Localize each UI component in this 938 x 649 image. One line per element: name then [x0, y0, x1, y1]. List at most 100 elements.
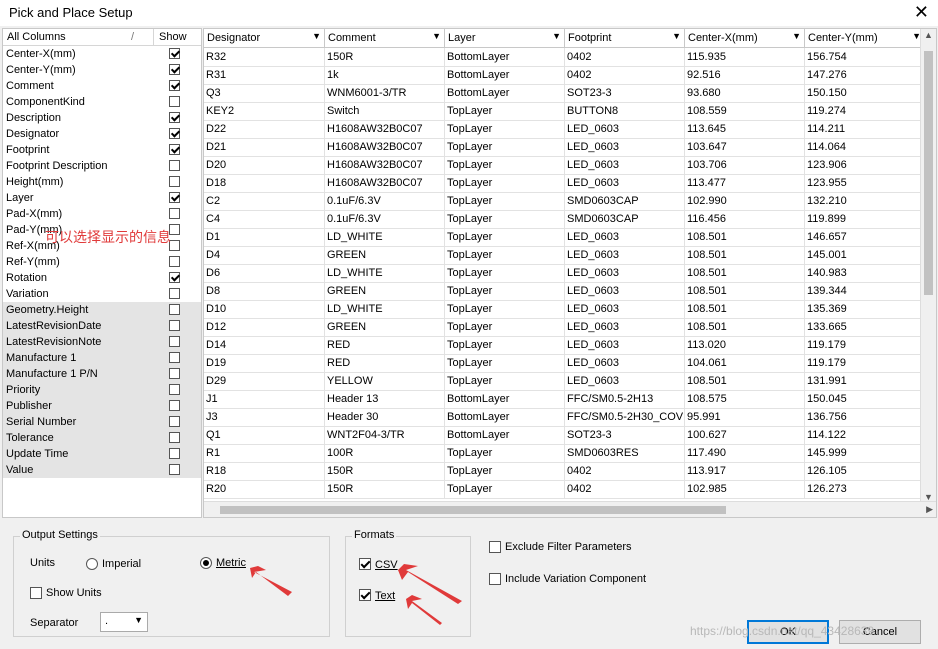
table-row[interactable]: D19 RED TopLayer LED_0603 104.061 119.179	[204, 354, 925, 373]
show-checkbox[interactable]	[169, 256, 180, 267]
csv-checkbox[interactable]	[359, 558, 371, 570]
scroll-right-icon[interactable]: ▶	[926, 504, 933, 515]
show-units-label[interactable]: Show Units	[46, 587, 102, 599]
show-checkbox[interactable]	[169, 416, 180, 427]
table-row[interactable]: J1 Header 13 BottomLayer FFC/SM0.5-2H13 108.…	[204, 390, 925, 409]
column-list-item[interactable]: Serial Number	[3, 414, 201, 430]
column-list-item[interactable]: Manufacture 1 P/N	[3, 366, 201, 382]
show-checkbox[interactable]	[169, 80, 180, 91]
column-list-item[interactable]: Center-Y(mm)	[3, 62, 201, 78]
show-checkbox[interactable]	[169, 432, 180, 443]
header-all-columns[interactable]: All Columns	[7, 31, 66, 43]
column-list-item[interactable]: Priority	[3, 382, 201, 398]
metric-radio[interactable]	[200, 557, 212, 569]
table-row[interactable]: D4 GREEN TopLayer LED_0603 108.501 145.001	[204, 246, 925, 265]
column-list-item[interactable]: Geometry.Height	[3, 302, 201, 318]
include-variation-label[interactable]: Include Variation Component	[505, 573, 646, 585]
column-list-item[interactable]: Center-X(mm)	[3, 46, 201, 62]
column-filter-dropdown-icon[interactable]: ▼	[432, 31, 441, 41]
column-list-item[interactable]: Manufacture 1	[3, 350, 201, 366]
table-row[interactable]: D8 GREEN TopLayer LED_0603 108.501 139.344	[204, 282, 925, 301]
column-list-item[interactable]: Tolerance	[3, 430, 201, 446]
table-row[interactable]: C4 0.1uF/6.3V TopLayer SMD0603CAP 116.456 119…	[204, 210, 925, 229]
close-icon[interactable]: ✕	[914, 2, 929, 22]
show-checkbox[interactable]	[169, 320, 180, 331]
show-checkbox[interactable]	[169, 304, 180, 315]
header-show[interactable]: Show	[159, 31, 187, 43]
show-checkbox[interactable]	[169, 144, 180, 155]
grid-column-header[interactable]: Center-Y(mm) ▼	[805, 29, 925, 47]
metric-label[interactable]: Metric	[216, 557, 246, 569]
column-filter-dropdown-icon[interactable]: ▼	[312, 31, 321, 41]
exclude-filter-checkbox[interactable]	[489, 541, 501, 553]
show-checkbox[interactable]	[169, 352, 180, 363]
grid-column-header[interactable]: Center-X(mm) ▼	[685, 29, 805, 47]
column-filter-dropdown-icon[interactable]: ▼	[672, 31, 681, 41]
show-checkbox[interactable]	[169, 400, 180, 411]
table-row[interactable]: D20 H1608AW32B0C07 TopLayer LED_0603 103.706…	[204, 156, 925, 175]
horizontal-scroll-thumb[interactable]	[220, 506, 726, 514]
show-checkbox[interactable]	[169, 384, 180, 395]
column-list-item[interactable]: Footprint Description	[3, 158, 201, 174]
column-list-item[interactable]: Value	[3, 462, 201, 478]
show-checkbox[interactable]	[169, 160, 180, 171]
table-row[interactable]: D18 H1608AW32B0C07 TopLayer LED_0603 113.477…	[204, 174, 925, 193]
table-row[interactable]: D29 YELLOW TopLayer LED_0603 108.501 131.991	[204, 372, 925, 391]
table-row[interactable]: D12 GREEN TopLayer LED_0603 108.501 133.665	[204, 318, 925, 337]
grid-column-header[interactable]: Footprint ▼	[565, 29, 685, 47]
column-list-item[interactable]: Variation	[3, 286, 201, 302]
show-checkbox[interactable]	[169, 192, 180, 203]
imperial-label[interactable]: Imperial	[102, 558, 141, 570]
vertical-scrollbar[interactable]: ▲ ▼	[920, 29, 936, 503]
separator-select[interactable]: . ▼	[100, 612, 148, 632]
show-checkbox[interactable]	[169, 288, 180, 299]
show-checkbox[interactable]	[169, 368, 180, 379]
show-checkbox[interactable]	[169, 112, 180, 123]
show-checkbox[interactable]	[169, 176, 180, 187]
table-row[interactable]: R32 150R BottomLayer 0402 115.935 156.754	[204, 48, 925, 67]
show-checkbox[interactable]	[169, 272, 180, 283]
vertical-scroll-thumb[interactable]	[924, 51, 933, 295]
grid-column-header[interactable]: Designator ▼	[204, 29, 325, 47]
grid-column-header[interactable]: Layer ▼	[445, 29, 565, 47]
imperial-radio[interactable]	[86, 558, 98, 570]
column-list-item[interactable]: Ref-Y(mm)	[3, 254, 201, 270]
horizontal-scrollbar[interactable]: ▶	[204, 501, 936, 517]
column-filter-dropdown-icon[interactable]: ▼	[792, 31, 801, 41]
table-row[interactable]: D6 LD_WHITE TopLayer LED_0603 108.501 140.983	[204, 264, 925, 283]
column-list-item[interactable]: Update Time	[3, 446, 201, 462]
show-checkbox[interactable]	[169, 208, 180, 219]
table-row[interactable]: Q1 WNT2F04-3/TR BottomLayer SOT23-3 100.627 1…	[204, 426, 925, 445]
table-row[interactable]: R31 1k BottomLayer 0402 92.516 147.276	[204, 66, 925, 85]
table-row[interactable]: D22 H1608AW32B0C07 TopLayer LED_0603 113.645…	[204, 120, 925, 139]
column-list-item[interactable]: Publisher	[3, 398, 201, 414]
column-list-item[interactable]: Pad-X(mm)	[3, 206, 201, 222]
text-label[interactable]: Text	[375, 590, 395, 602]
table-row[interactable]: R1 100R TopLayer SMD0603RES 117.490 145.999	[204, 444, 925, 463]
table-row[interactable]: D1 LD_WHITE TopLayer LED_0603 108.501 146.657	[204, 228, 925, 247]
scroll-up-icon[interactable]: ▲	[924, 30, 933, 40]
table-row[interactable]: KEY2 Switch TopLayer BUTTON8 108.559 119.274	[204, 102, 925, 121]
grid-column-header[interactable]: Comment ▼	[325, 29, 445, 47]
column-list-item[interactable]: Height(mm)	[3, 174, 201, 190]
table-row[interactable]: D10 LD_WHITE TopLayer LED_0603 108.501 135.36…	[204, 300, 925, 319]
column-list-item[interactable]: LatestRevisionDate	[3, 318, 201, 334]
include-variation-checkbox[interactable]	[489, 573, 501, 585]
table-row[interactable]: C2 0.1uF/6.3V TopLayer SMD0603CAP 102.990 132…	[204, 192, 925, 211]
show-checkbox[interactable]	[169, 96, 180, 107]
show-checkbox[interactable]	[169, 128, 180, 139]
text-checkbox[interactable]	[359, 589, 371, 601]
show-checkbox[interactable]	[169, 48, 180, 59]
csv-label[interactable]: CSV	[375, 559, 398, 571]
column-list-item[interactable]: Description	[3, 110, 201, 126]
exclude-filter-label[interactable]: Exclude Filter Parameters	[505, 541, 632, 553]
column-list-item[interactable]: Rotation	[3, 270, 201, 286]
table-row[interactable]: Q3 WNM6001-3/TR BottomLayer SOT23-3 93.680 15…	[204, 84, 925, 103]
column-list-item[interactable]: LatestRevisionNote	[3, 334, 201, 350]
table-row[interactable]: R18 150R TopLayer 0402 113.917 126.105	[204, 462, 925, 481]
show-checkbox[interactable]	[169, 64, 180, 75]
show-units-checkbox[interactable]	[30, 587, 42, 599]
table-row[interactable]: D14 RED TopLayer LED_0603 113.020 119.179	[204, 336, 925, 355]
table-row[interactable]: D21 H1608AW32B0C07 TopLayer LED_0603 103.647…	[204, 138, 925, 157]
column-list-item[interactable]: Layer	[3, 190, 201, 206]
